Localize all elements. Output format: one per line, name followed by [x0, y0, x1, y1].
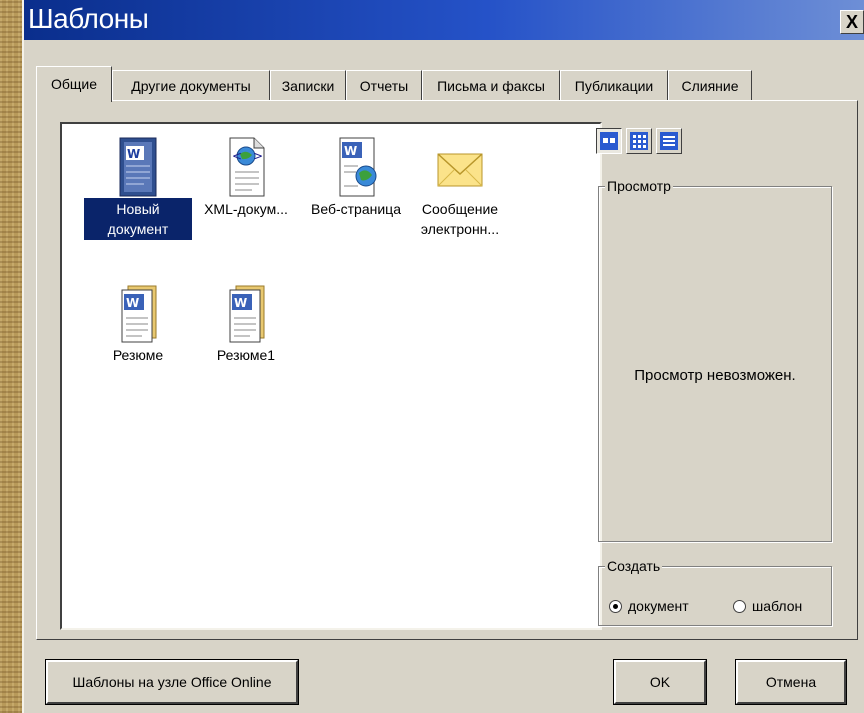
- file-item-web-page[interactable]: W Веб-страница: [302, 136, 410, 220]
- tab-memos[interactable]: Записки: [270, 70, 346, 100]
- word-template-icon: W: [121, 285, 157, 343]
- email-envelope-icon: [437, 153, 483, 187]
- file-label: Веб-страница: [311, 201, 401, 217]
- template-list[interactable]: W Новый документ < > XML-докум... W Веб-…: [60, 122, 602, 630]
- svg-text:<: <: [232, 149, 242, 163]
- preview-message: Просмотр невозможен.: [634, 367, 796, 384]
- word-document-icon: W: [119, 137, 157, 197]
- details-view-icon: [660, 132, 678, 150]
- create-group: Создать документ шаблон: [598, 557, 832, 626]
- details-view-button[interactable]: [656, 128, 682, 154]
- tab-general[interactable]: Общие: [36, 66, 112, 102]
- list-view-button[interactable]: [626, 128, 652, 154]
- radio-unchecked-indicator: [733, 600, 746, 613]
- tab-mail-merge[interactable]: Слияние: [668, 70, 752, 100]
- tab-other-documents[interactable]: Другие документы: [112, 70, 270, 100]
- create-legend: Создать: [605, 557, 663, 575]
- tab-letters-faxes[interactable]: Письма и факсы: [422, 70, 560, 100]
- cancel-button[interactable]: Отмена: [735, 659, 847, 705]
- svg-text:W: W: [127, 147, 140, 161]
- file-label: Резюме1: [216, 347, 276, 363]
- file-item-new-document[interactable]: W Новый документ: [84, 136, 192, 240]
- preview-legend: Просмотр: [605, 177, 673, 195]
- web-page-icon: W: [339, 137, 377, 197]
- radio-checked-indicator: [609, 600, 622, 613]
- tab-reports[interactable]: Отчеты: [346, 70, 422, 100]
- svg-text:W: W: [126, 296, 139, 310]
- svg-text:W: W: [234, 296, 247, 310]
- radio-label: документ: [628, 598, 689, 614]
- list-view-icon: [630, 132, 648, 150]
- radio-label: шаблон: [752, 598, 803, 614]
- svg-text:W: W: [344, 144, 357, 158]
- file-item-resume1[interactable]: W Резюме1: [192, 282, 300, 366]
- dialog-title: Шаблоны: [28, 3, 149, 34]
- create-document-radio[interactable]: документ: [609, 597, 689, 615]
- tab-publications[interactable]: Публикации: [560, 70, 668, 100]
- preview-group: Просмотр Просмотр невозможен.: [598, 177, 832, 542]
- file-item-xml-document[interactable]: < > XML-докум...: [192, 136, 300, 220]
- large-icons-view-button[interactable]: [596, 128, 622, 154]
- create-template-radio[interactable]: шаблон: [733, 597, 802, 615]
- word-template-icon: W: [229, 285, 265, 343]
- file-item-resume[interactable]: W Резюме: [84, 282, 192, 366]
- xml-document-icon: < >: [229, 137, 265, 197]
- file-label: XML-докум...: [204, 201, 288, 217]
- office-online-templates-button[interactable]: Шаблоны на узле Office Online: [45, 659, 299, 705]
- large-icons-view-icon: [600, 132, 618, 150]
- file-item-email-message[interactable]: Сообщение электронн...: [402, 136, 518, 240]
- file-label: Сообщение электронн...: [420, 201, 500, 237]
- close-button[interactable]: X: [840, 10, 864, 34]
- svg-text:>: >: [253, 149, 263, 163]
- templates-dialog: Шаблоны X Общие Другие документы Записки…: [22, 0, 864, 713]
- ok-button[interactable]: OK: [613, 659, 707, 705]
- title-bar[interactable]: Шаблоны X: [24, 0, 864, 40]
- file-label: Резюме: [112, 347, 164, 363]
- file-label: Новый документ: [84, 198, 192, 240]
